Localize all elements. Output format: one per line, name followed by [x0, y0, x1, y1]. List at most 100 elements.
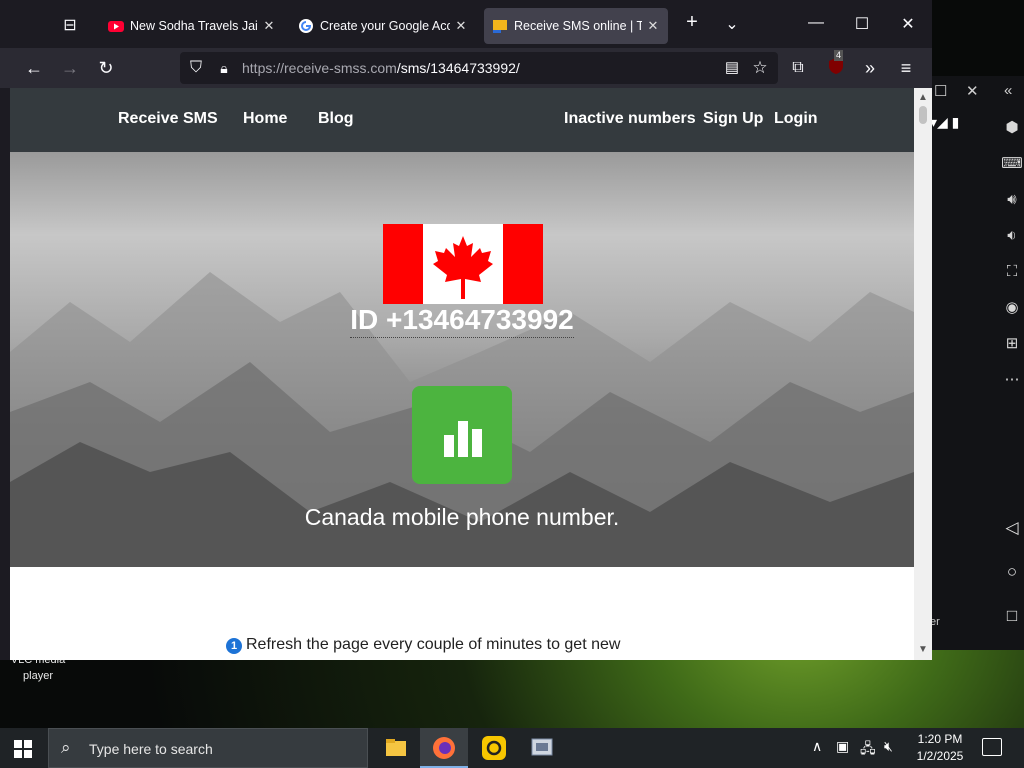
url-text: https://receive-smss.com/sms/13464733992…: [242, 60, 520, 76]
vlc-label-line2: player: [23, 670, 53, 682]
taskbar-search-box[interactable]: ⌕ Type here to search: [48, 728, 368, 768]
firefox-icon: [433, 737, 455, 759]
stats-bar-icon: [458, 421, 468, 457]
battery-icon[interactable]: ▣: [836, 738, 849, 755]
screenshot-icon[interactable]: ⛶: [1000, 260, 1024, 284]
nav-brand-link[interactable]: Receive SMS: [118, 110, 218, 128]
clock-date: 1/2/2025: [916, 749, 964, 763]
reader-view-icon[interactable]: ▤: [720, 56, 744, 80]
emulator-close-icon[interactable]: ✕: [966, 82, 979, 100]
file-explorer-app[interactable]: [372, 728, 420, 768]
android-home-icon[interactable]: ○: [1000, 560, 1024, 584]
tab-title: New Sodha Travels Jaisalm: [130, 19, 258, 33]
url-path: /sms/13464733992/: [396, 60, 520, 76]
emulator-app-icon: [531, 738, 553, 756]
tab-receive-sms[interactable]: Receive SMS online | Tem ✕: [484, 8, 668, 44]
firefox-view-icon[interactable]: ⊟: [58, 14, 82, 38]
emulator-keyboard-icon[interactable]: ⌨: [1000, 152, 1024, 176]
network-icon[interactable]: 🖧︎: [860, 738, 876, 762]
site-navbar: Receive SMS Home Blog Inactive numbers S…: [10, 88, 914, 152]
search-icon: ⌕: [61, 738, 71, 757]
notification-center-icon[interactable]: [982, 738, 1002, 756]
clock-time: 1:20 PM: [917, 732, 963, 746]
forward-icon[interactable]: →: [58, 56, 82, 80]
search-placeholder: Type here to search: [89, 741, 213, 757]
hero-banner: ID +13464733992 Canada mobile phone numb…: [10, 152, 914, 567]
lock-icon[interactable]: 🔒︎: [212, 56, 236, 80]
volume-down-icon[interactable]: 🔉︎: [1000, 224, 1024, 248]
emulator-settings-icon[interactable]: ⬢: [1000, 116, 1024, 140]
page-viewport: Receive SMS Home Blog Inactive numbers S…: [10, 88, 914, 660]
hero-subtitle: Canada mobile phone number.: [304, 504, 620, 530]
ublock-icon[interactable]: 4: [824, 50, 848, 80]
pc-suite-app[interactable]: [470, 728, 518, 768]
close-tab-icon[interactable]: ✕: [646, 18, 660, 34]
close-window-icon[interactable]: ✕: [896, 14, 920, 34]
volume-up-icon[interactable]: 🔊︎: [1000, 188, 1024, 212]
nav-signup-link[interactable]: Sign Up: [703, 110, 763, 128]
more-options-icon[interactable]: ⋯: [1000, 368, 1024, 392]
stats-bar-icon: [444, 435, 454, 457]
emulator-toolbar: ⬢ ⌨ 🔊︎ 🔉︎ ⛶ ◉ ⊞ ⋯: [1000, 116, 1024, 404]
tracking-protection-icon[interactable]: ⛉: [184, 56, 208, 80]
url-bar[interactable]: ⛉ 🔒︎ https://receive-smss.com/sms/134647…: [180, 52, 778, 84]
close-tab-icon[interactable]: ✕: [262, 18, 276, 34]
nav-login-link[interactable]: Login: [774, 110, 818, 128]
extensions-icon[interactable]: ⧉: [786, 56, 810, 80]
info-icon: 1: [226, 638, 242, 654]
reload-icon[interactable]: ↻: [94, 56, 118, 80]
minimize-icon[interactable]: —: [804, 14, 828, 32]
tab-google[interactable]: Create your Google Accou ✕: [290, 8, 476, 44]
nav-blog-link[interactable]: Blog: [318, 110, 354, 128]
emulator-collapse-icon[interactable]: «: [1004, 82, 1012, 99]
emulator-panel: ☐ ✕ « ▾◢ ▮ ⬢ ⌨ 🔊︎ 🔉︎ ⛶ ◉ ⊞ ⋯ ◁ ○ □ er: [918, 76, 1024, 650]
tab-youtube[interactable]: New Sodha Travels Jaisalm ✕: [100, 8, 284, 44]
stats-button[interactable]: [412, 386, 512, 484]
receive-smss-icon: [493, 20, 507, 33]
emulator-nav-buttons: ◁ ○ □: [1000, 516, 1024, 648]
emulator-status-icons: ▾◢ ▮: [930, 114, 960, 130]
phone-number-heading: ID +13464733992: [10, 304, 914, 338]
location-icon[interactable]: ◉: [1000, 296, 1024, 320]
windows-taskbar: ⌕ Type here to search ∧ ▣ 🖧︎ 🔇︎ 1:20 PM …: [0, 728, 1024, 768]
list-tabs-icon[interactable]: ⌄: [720, 14, 744, 34]
url-host: https://receive-smss.com: [242, 60, 397, 76]
maximize-icon[interactable]: ☐: [850, 14, 874, 34]
emulator-app[interactable]: [518, 728, 566, 768]
tab-title: Receive SMS online | Tem: [514, 19, 642, 33]
nav-home-link[interactable]: Home: [243, 110, 287, 128]
close-tab-icon[interactable]: ✕: [454, 18, 468, 34]
emulator-titlebar: ☐ ✕ «: [918, 76, 1024, 108]
phone-id-text[interactable]: ID +13464733992: [350, 304, 574, 338]
volume-muted-icon[interactable]: 🔇︎: [884, 738, 893, 755]
app-menu-icon[interactable]: ≡: [894, 56, 918, 80]
scroll-up-icon[interactable]: ▲: [918, 92, 928, 103]
ublock-badge: 4: [834, 50, 844, 61]
stats-bar-icon: [472, 429, 482, 457]
firefox-window: ⊟ New Sodha Travels Jaisalm ✕ Create you…: [0, 0, 932, 660]
overflow-menu-icon[interactable]: »: [858, 56, 882, 80]
android-recents-icon[interactable]: □: [1000, 604, 1024, 628]
emulator-maximize-icon[interactable]: ☐: [934, 82, 947, 100]
google-icon: [299, 19, 313, 33]
android-back-icon[interactable]: ◁: [1000, 516, 1024, 540]
navigation-toolbar: ← → ↻ ⛉ 🔒︎ https://receive-smss.com/sms/…: [0, 48, 932, 88]
windows-start-icon[interactable]: [14, 740, 32, 758]
pc-suite-icon: [482, 736, 506, 760]
bookmark-star-icon[interactable]: ☆: [748, 56, 772, 80]
install-apk-icon[interactable]: ⊞: [1000, 332, 1024, 356]
show-hidden-icons-icon[interactable]: ∧: [812, 738, 822, 755]
taskbar-clock[interactable]: 1:20 PM 1/2/2025: [910, 731, 970, 765]
back-icon[interactable]: ←: [22, 56, 46, 80]
scroll-down-icon[interactable]: ▼: [918, 644, 928, 655]
canada-flag: [383, 224, 543, 304]
nav-inactive-numbers-link[interactable]: Inactive numbers: [564, 110, 696, 128]
page-scrollbar[interactable]: ▲ ▼: [914, 88, 932, 660]
refresh-notice-text: Refresh the page every couple of minutes…: [246, 636, 621, 653]
tab-bar: ⊟ New Sodha Travels Jaisalm ✕ Create you…: [0, 0, 932, 48]
tab-title: Create your Google Accou: [320, 19, 450, 33]
new-tab-icon[interactable]: +: [680, 11, 704, 34]
youtube-icon: [108, 21, 124, 32]
firefox-app[interactable]: [420, 728, 468, 768]
scroll-thumb[interactable]: [919, 106, 927, 124]
